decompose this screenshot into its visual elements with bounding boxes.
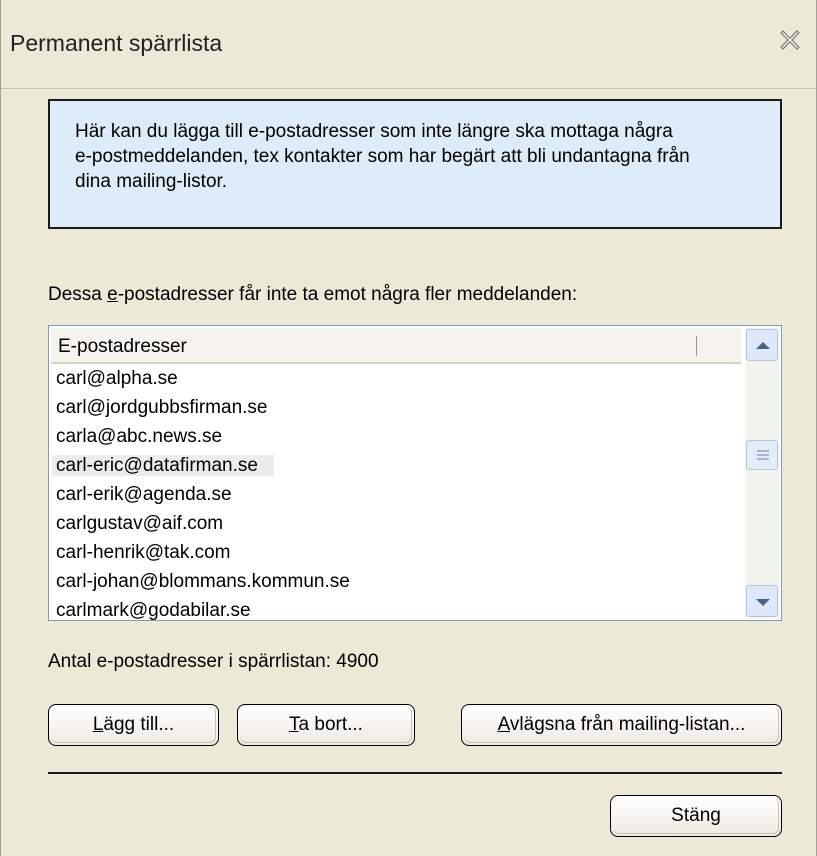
info-box: Här kan du lägga till e-postadresser som… bbox=[48, 99, 782, 229]
list-item[interactable]: carl-johan@blommans.kommun.se bbox=[51, 567, 741, 596]
close-icon[interactable] bbox=[780, 30, 800, 50]
email-rows: carl@alpha.se carl@jordgubbsfirman.se ca… bbox=[51, 364, 741, 625]
list-item[interactable]: carla@abc.news.se bbox=[51, 422, 741, 451]
email-listbox[interactable]: E-postadresser carl@alpha.se carl@jordgu… bbox=[48, 325, 782, 621]
vertical-scrollbar[interactable] bbox=[745, 328, 779, 618]
count-label: Antal e-postadresser i spärrlistan: 4900 bbox=[48, 651, 379, 672]
title-bar: Permanent spärrlista bbox=[1, 0, 816, 89]
list-item[interactable]: carl-erik@agenda.se bbox=[51, 480, 741, 509]
column-header[interactable]: E-postadresser bbox=[51, 328, 741, 364]
scroll-down-button[interactable] bbox=[746, 585, 778, 617]
scroll-thumb[interactable] bbox=[746, 440, 778, 470]
chevron-up-icon bbox=[756, 342, 770, 349]
list-item[interactable]: carl-henrik@tak.com bbox=[51, 538, 741, 567]
info-line: Här kan du lägga till e-postadresser som… bbox=[75, 121, 673, 142]
separator-line bbox=[48, 772, 782, 774]
info-line: dina mailing-listor. bbox=[75, 171, 228, 192]
dialog-title: Permanent spärrlista bbox=[10, 30, 223, 56]
list-item[interactable]: carl@jordgubbsfirman.se bbox=[51, 393, 741, 422]
chevron-down-icon bbox=[756, 599, 770, 606]
column-header-label: E-postadresser bbox=[58, 336, 187, 357]
column-resize-handle[interactable] bbox=[696, 336, 697, 356]
scroll-up-button[interactable] bbox=[746, 329, 778, 361]
info-line: e-postmeddelanden, tex kontakter som har… bbox=[75, 146, 690, 167]
remove-button[interactable]: Ta bort... bbox=[237, 704, 415, 746]
add-button[interactable]: Lägg till... bbox=[48, 704, 219, 746]
list-item-highlighted[interactable]: carl-eric@datafirman.se bbox=[51, 451, 741, 480]
grip-icon bbox=[757, 450, 769, 460]
list-item[interactable]: carlgustav@aif.com bbox=[51, 509, 741, 538]
dialog-window: Permanent spärrlista Här kan du lägga ti… bbox=[0, 0, 817, 856]
list-item[interactable]: carl@alpha.se bbox=[51, 364, 741, 393]
list-item[interactable]: carlmark@godabilar.se bbox=[51, 596, 741, 625]
list-label: Dessa e-postadresser får inte ta emot nå… bbox=[48, 284, 578, 305]
close-button[interactable]: Stäng bbox=[610, 795, 782, 837]
accelerator-key: e bbox=[107, 284, 118, 305]
remove-from-mailing-list-button[interactable]: Avlägsna från mailing-listan... bbox=[461, 704, 782, 746]
